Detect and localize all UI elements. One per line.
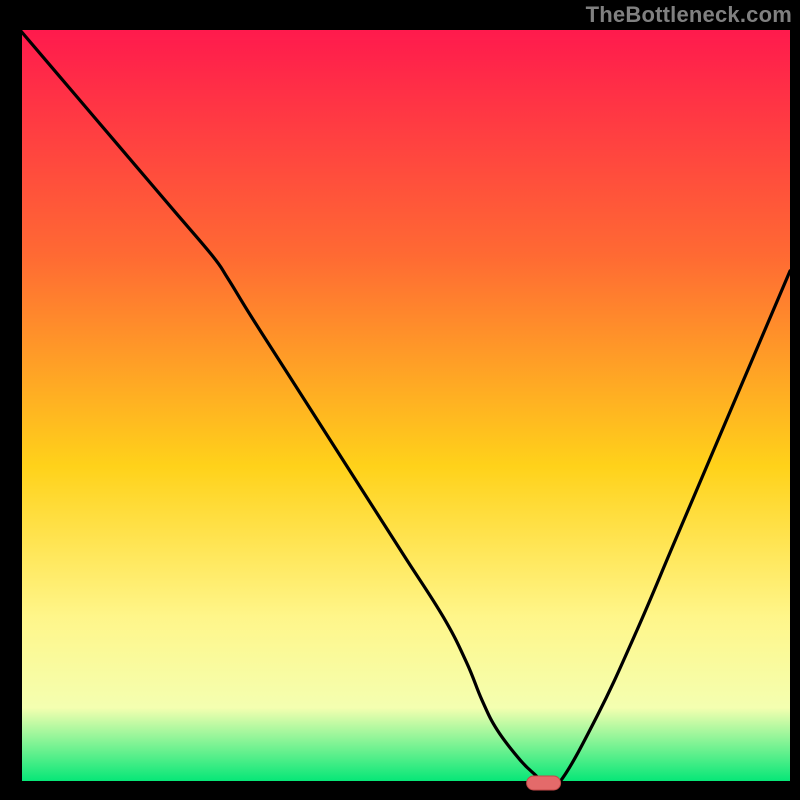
chart-stage: TheBottleneck.com: [0, 0, 800, 800]
bottleneck-chart: [0, 0, 800, 800]
plot-gradient-background: [20, 30, 790, 783]
watermark-text: TheBottleneck.com: [586, 2, 792, 28]
optimal-marker: [527, 776, 561, 790]
